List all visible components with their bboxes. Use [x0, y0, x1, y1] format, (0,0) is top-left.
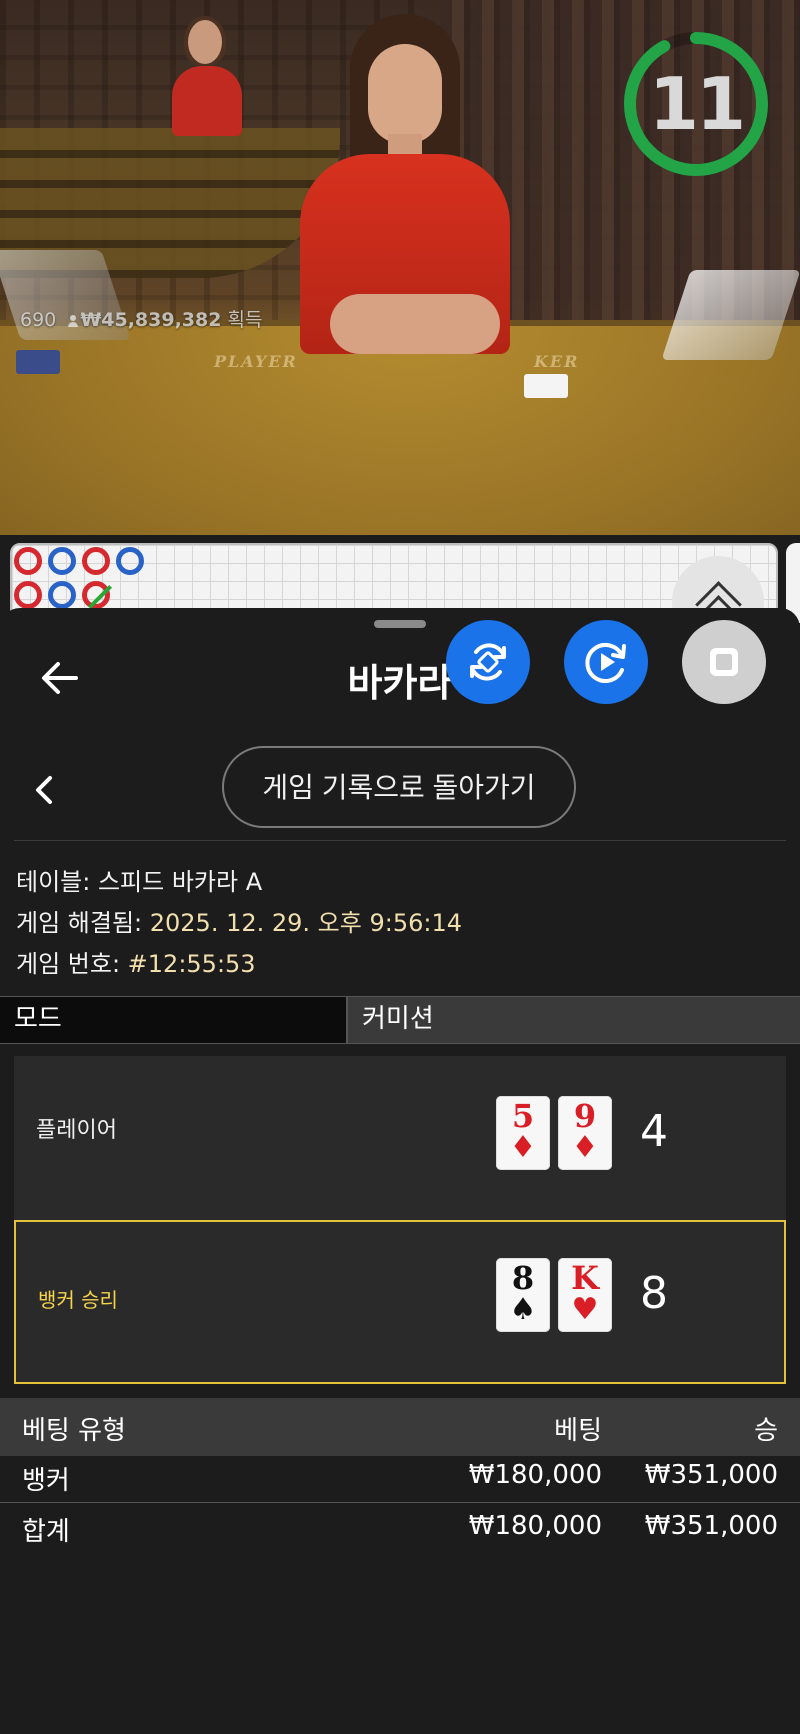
banker-win-label: 뱅커 승리	[38, 1288, 118, 1312]
win-amount: ₩45,839,382	[80, 309, 222, 331]
roadmap-bead-red	[82, 547, 110, 575]
rotate-view-button[interactable]	[446, 620, 530, 704]
timer-value: 11	[648, 62, 746, 146]
player-card-1: 5 ♦	[496, 1096, 550, 1170]
heart-suit-icon: ♥	[571, 1292, 599, 1327]
tie-slash-mark	[87, 584, 113, 610]
roadmap-bead-blue	[48, 581, 76, 609]
mode-label: 모드	[0, 997, 348, 1043]
live-video-stream: PLAYER KER 690 ₩45,839,382 획득 11	[0, 0, 800, 535]
felt-label-banker: KER	[534, 352, 580, 371]
mode-row: 모드 커미션	[0, 996, 800, 1044]
card-rank: K	[571, 1259, 599, 1297]
player-label: 플레이어	[36, 1118, 117, 1143]
background-dealer	[166, 16, 246, 140]
players-win-bar: 690 ₩45,839,382 획득	[20, 305, 262, 332]
bets-table-header: 베팅 유형 베팅 승	[0, 1398, 800, 1456]
resolved-label: 게임 해결됨:	[16, 909, 150, 937]
player-hand: 플레이어 5 ♦ 9 ♦ 4	[14, 1056, 786, 1220]
table-label: 테이블:	[16, 868, 98, 896]
banker-hand-winner: 뱅커 승리 8 ♠ K ♥ 8	[14, 1220, 786, 1384]
players-count: 690	[20, 309, 57, 331]
roadmap-bead-red	[14, 581, 42, 609]
table-card	[16, 350, 60, 374]
chevron-left-icon	[36, 776, 52, 804]
mode-value: 커미션	[348, 997, 800, 1043]
card-rank: 9	[573, 1097, 597, 1135]
bet-type-header: 베팅 유형	[22, 1416, 126, 1446]
dealer	[300, 14, 510, 374]
game-number-value: #12:55:53	[127, 950, 256, 978]
diamond-suit-icon: ♦	[509, 1130, 537, 1165]
banker-card-2: K ♥	[558, 1258, 612, 1332]
countdown-timer: 11	[622, 30, 770, 178]
total-bet: ₩180,000	[468, 1511, 602, 1541]
stop-button[interactable]	[682, 620, 766, 704]
card-rank: 5	[511, 1097, 535, 1135]
roadmap-bead-blue	[116, 547, 144, 575]
banker-score: 8	[640, 1268, 668, 1319]
diamond-suit-icon: ♦	[571, 1130, 599, 1165]
replay-icon	[585, 643, 626, 683]
stop-icon	[710, 648, 738, 676]
table-info: 테이블: 스피드 바카라 A	[16, 862, 262, 897]
bet-total-row: 합계 ₩180,000 ₩351,000	[0, 1502, 800, 1547]
win-amount-header: 승	[754, 1416, 778, 1446]
sheet-title: 바카라	[347, 661, 453, 705]
bet-amount: ₩180,000	[468, 1460, 602, 1490]
resolved-value: 2025. 12. 29. 오후 9:56:14	[149, 909, 462, 937]
card-rank: 8	[511, 1259, 535, 1297]
resolved-info: 게임 해결됨: 2025. 12. 29. 오후 9:56:14	[16, 903, 462, 938]
game-number-info: 게임 번호: #12:55:53	[16, 944, 256, 979]
game-number-label: 게임 번호:	[16, 950, 128, 978]
previous-game-button[interactable]	[24, 760, 64, 820]
table-card	[524, 374, 568, 398]
roadmap-bead-blue	[48, 547, 76, 575]
win-amount-cell: ₩351,000	[644, 1460, 778, 1490]
felt-label-player: PLAYER	[214, 352, 298, 371]
replay-button[interactable]	[564, 620, 648, 704]
bet-amount-header: 베팅	[554, 1416, 602, 1446]
sheet-drag-handle[interactable]	[374, 620, 426, 628]
win-suffix: 획득	[227, 309, 263, 331]
total-win: ₩351,000	[644, 1511, 778, 1541]
player-card-2: 9 ♦	[558, 1096, 612, 1170]
person-icon	[68, 315, 79, 327]
rotate-icon	[470, 643, 506, 681]
bet-type: 뱅커	[22, 1466, 70, 1496]
back-to-history-button[interactable]: 게임 기록으로 돌아가기	[222, 746, 576, 828]
spade-suit-icon: ♠	[509, 1292, 537, 1327]
total-label: 합계	[22, 1517, 70, 1547]
roadmap-bead-red	[14, 547, 42, 575]
divider	[14, 840, 786, 841]
player-score: 4	[640, 1106, 668, 1157]
table-value: 스피드 바카라 A	[97, 868, 263, 896]
bet-row: 뱅커 ₩180,000 ₩351,000	[0, 1456, 800, 1500]
roadmap-bead-red	[82, 581, 113, 610]
banker-card-1: 8 ♠	[496, 1258, 550, 1332]
